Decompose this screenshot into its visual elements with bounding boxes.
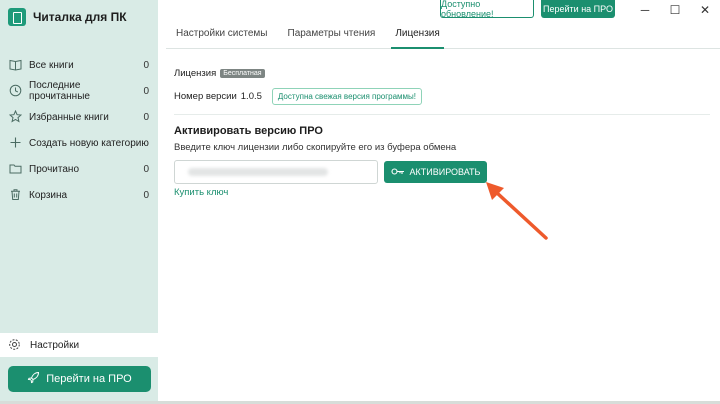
sidebar-item-count: 0 bbox=[143, 59, 149, 71]
key-icon bbox=[390, 167, 405, 178]
sidebar: Читалка для ПК Все книги 0 Последние про… bbox=[0, 0, 158, 404]
sidebar-item-label: Избранные книги bbox=[29, 111, 109, 123]
sidebar-item-label: Корзина bbox=[29, 189, 68, 201]
tab-system-settings[interactable]: Настройки системы bbox=[166, 20, 278, 48]
rocket-icon bbox=[27, 371, 40, 387]
sidebar-item-settings[interactable]: Настройки bbox=[0, 333, 158, 357]
version-label: Номер версии bbox=[174, 91, 237, 102]
divider bbox=[174, 114, 710, 115]
gear-icon bbox=[8, 338, 22, 352]
tab-reading-params[interactable]: Параметры чтения bbox=[278, 20, 386, 48]
annotation-arrow-icon bbox=[486, 182, 548, 240]
go-pro-top-button[interactable]: Перейти на ПРО bbox=[541, 0, 615, 18]
sidebar-item-favorites[interactable]: Избранные книги 0 bbox=[0, 104, 158, 130]
activate-hint: Введите ключ лицензии либо скопируйте ег… bbox=[174, 142, 457, 153]
activate-title: Активировать версию ПРО bbox=[174, 125, 323, 137]
trash-icon bbox=[8, 188, 22, 202]
sidebar-item-count: 0 bbox=[143, 85, 149, 97]
clock-icon bbox=[8, 84, 22, 98]
folder-icon bbox=[8, 162, 22, 176]
sidebar-item-recent[interactable]: Последние прочитанные 0 bbox=[0, 78, 158, 104]
update-notice-button[interactable]: Доступна свежая версия программы! bbox=[271, 88, 423, 105]
book-logo-icon bbox=[8, 8, 26, 26]
activate-label: АКТИВИРОВАТЬ bbox=[409, 167, 481, 177]
version-value: 1.0.5 bbox=[240, 91, 262, 102]
sidebar-item-count: 0 bbox=[143, 189, 149, 201]
sidebar-item-all-books[interactable]: Все книги 0 bbox=[0, 52, 158, 78]
sidebar-item-new-category[interactable]: Создать новую категорию bbox=[0, 130, 158, 156]
blurred-key-placeholder bbox=[188, 168, 328, 176]
sidebar-item-read[interactable]: Прочитано 0 bbox=[0, 156, 158, 182]
maximize-icon[interactable]: ☐ bbox=[668, 3, 682, 17]
sidebar-item-count: 0 bbox=[143, 163, 149, 175]
buy-key-link[interactable]: Купить ключ bbox=[174, 187, 228, 198]
minimize-icon[interactable]: ─ bbox=[638, 3, 652, 17]
go-pro-label: Перейти на ПРО bbox=[46, 373, 132, 385]
settings-tabs: Настройки системы Параметры чтения Лицен… bbox=[166, 20, 720, 49]
sidebar-item-trash[interactable]: Корзина 0 bbox=[0, 182, 158, 208]
version-row: Номер версии 1.0.5 Доступна свежая верси… bbox=[174, 88, 423, 105]
app-title: Читалка для ПК bbox=[8, 8, 127, 26]
close-icon[interactable]: ✕ bbox=[698, 3, 712, 17]
app-title-text: Читалка для ПК bbox=[33, 10, 127, 24]
sidebar-item-label: Последние прочитанные bbox=[29, 80, 90, 102]
sidebar-item-label: Создать новую категорию bbox=[29, 137, 149, 149]
sidebar-nav: Все книги 0 Последние прочитанные 0 Избр… bbox=[0, 52, 158, 208]
license-status-badge: Бесплатная bbox=[220, 69, 265, 78]
update-available-button[interactable]: Доступно обновление! bbox=[440, 0, 534, 19]
sidebar-item-label: Все книги bbox=[29, 59, 74, 71]
license-row: Лицензия Бесплатная bbox=[174, 68, 265, 79]
plus-icon bbox=[8, 136, 22, 150]
activate-button[interactable]: АКТИВИРОВАТЬ bbox=[384, 161, 487, 183]
go-pro-button[interactable]: Перейти на ПРО bbox=[8, 366, 151, 392]
license-label: Лицензия bbox=[174, 68, 217, 79]
books-icon bbox=[8, 58, 22, 72]
sidebar-item-label: Настройки bbox=[30, 339, 80, 351]
sidebar-item-label: Прочитано bbox=[29, 163, 79, 175]
tab-license[interactable]: Лицензия bbox=[385, 20, 449, 49]
sidebar-item-count: 0 bbox=[143, 111, 149, 123]
star-icon bbox=[8, 109, 22, 124]
